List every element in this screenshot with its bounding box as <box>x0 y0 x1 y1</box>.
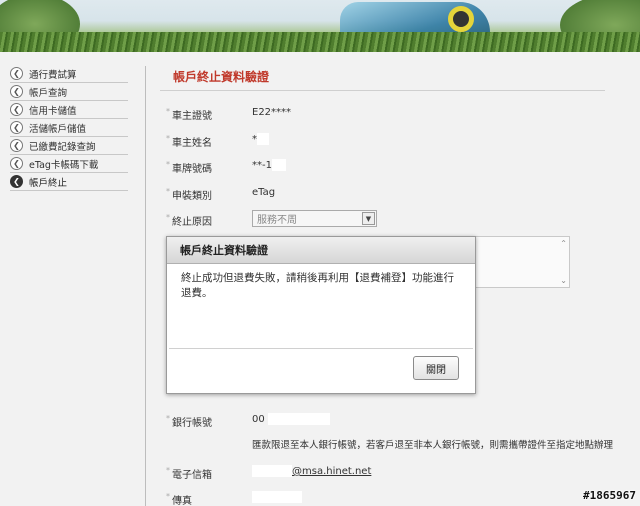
type-value: eTag <box>252 187 276 198</box>
sidebar-item-label: eTag卡帳碼下載 <box>29 159 99 171</box>
sidebar-item-etag-download[interactable]: ❮ eTag卡帳碼下載 <box>10 155 128 173</box>
type-label: 申裝類別 <box>166 187 212 202</box>
email-text: @msa.hinet.net <box>292 466 372 477</box>
chevron-left-icon: ❮ <box>10 67 23 80</box>
sidebar-item-account-termination[interactable]: ❮ 帳戶終止 <box>10 173 128 191</box>
sidebar-item-savings-topup[interactable]: ❮ 活儲帳戶儲值 <box>10 119 128 137</box>
chevron-left-icon: ❮ <box>10 121 23 134</box>
sidebar-item-label: 已繳費記錄查詢 <box>29 141 96 153</box>
dialog-divider <box>169 348 473 349</box>
owner-id-label: 車主證號 <box>166 107 212 122</box>
plate-value: **-1 <box>252 159 286 171</box>
email-label: 電子信箱 <box>166 466 212 481</box>
sidebar-item-label: 通行費試算 <box>29 69 77 81</box>
sidebar-item-toll-estimate[interactable]: ❮ 通行費試算 <box>10 65 128 83</box>
watermark: #1865967 <box>583 489 636 502</box>
banner-grass <box>0 32 640 52</box>
bank-account-text: 00 <box>252 414 265 425</box>
owner-name-value: * <box>252 133 269 145</box>
plate-label: 車牌號碼 <box>166 160 212 175</box>
redaction-mask <box>271 159 286 171</box>
redaction-mask <box>257 133 269 145</box>
plate-text: **-1 <box>252 160 272 171</box>
chevron-left-icon: ❮ <box>10 157 23 170</box>
sidebar-item-credit-card-topup[interactable]: ❮ 信用卡儲值 <box>10 101 128 119</box>
sidebar-nav: ❮ 通行費試算 ❮ 帳戶查詢 ❮ 信用卡儲值 ❮ 活儲帳戶儲值 ❮ 已繳費記錄查… <box>10 65 128 191</box>
dialog-message: 終止成功但退費失敗，請稍後再利用【退費補登】功能進行退費。 <box>181 272 454 299</box>
content-divider <box>145 66 146 506</box>
redaction-mask <box>252 491 302 503</box>
result-dialog: 帳戶終止資料驗證 終止成功但退費失敗，請稍後再利用【退費補登】功能進行退費。 關… <box>166 236 476 394</box>
sidebar-item-label: 信用卡儲值 <box>29 105 77 117</box>
owner-id-value: E22**** <box>252 107 292 118</box>
scroll-up-icon[interactable]: ⌃ <box>560 239 567 248</box>
sidebar-item-account-query[interactable]: ❮ 帳戶查詢 <box>10 83 128 101</box>
sidebar-item-payment-history[interactable]: ❮ 已繳費記錄查詢 <box>10 137 128 155</box>
dialog-title: 帳戶終止資料驗證 <box>167 237 475 264</box>
banner-wheel-image <box>448 6 474 32</box>
reason-select[interactable]: 服務不周 ▼ <box>252 210 377 227</box>
reason-select-value: 服務不周 <box>257 215 297 226</box>
remarks-textarea[interactable]: ⌃ ⌄ <box>470 236 570 288</box>
email-value: @msa.hinet.net <box>252 465 371 477</box>
sidebar-item-label: 帳戶終止 <box>29 177 68 189</box>
redaction-mask <box>252 465 292 477</box>
header-banner <box>0 0 640 52</box>
bank-account-label: 銀行帳號 <box>166 414 212 429</box>
sidebar-item-label: 活儲帳戶儲值 <box>29 123 87 135</box>
title-divider <box>160 90 605 91</box>
chevron-left-icon: ❮ <box>10 175 23 188</box>
chevron-down-icon: ▼ <box>362 212 375 225</box>
chevron-left-icon: ❮ <box>10 139 23 152</box>
sidebar-item-label: 帳戶查詢 <box>29 87 68 99</box>
bank-account-value: 00 <box>252 413 330 425</box>
fax-label: 傳真 <box>166 492 192 506</box>
chevron-left-icon: ❮ <box>10 85 23 98</box>
page-title: 帳戶終止資料驗證 <box>173 70 270 84</box>
redaction-mask <box>267 413 330 425</box>
owner-name-label: 車主姓名 <box>166 134 212 149</box>
reason-label: 終止原因 <box>166 213 212 228</box>
refund-note: 匯款限退至本人銀行帳號，若客戶退至非本人銀行帳號，則需攜帶證件至指定地點辦理 <box>252 440 614 451</box>
close-button[interactable]: 關閉 <box>413 356 459 380</box>
chevron-left-icon: ❮ <box>10 103 23 116</box>
fax-value <box>252 491 302 503</box>
scroll-down-icon[interactable]: ⌄ <box>560 276 567 285</box>
